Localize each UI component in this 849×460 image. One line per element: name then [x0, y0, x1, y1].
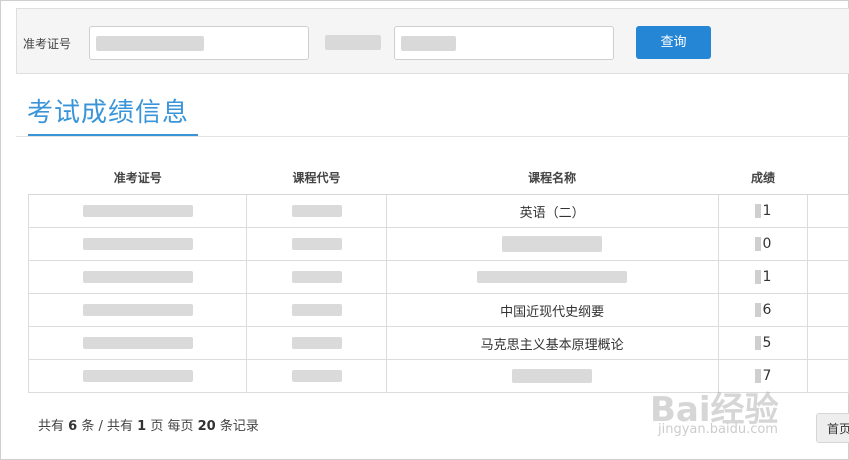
redacted-value — [291, 337, 342, 349]
redacted-value — [82, 304, 193, 316]
score-cell: 0 — [717, 227, 809, 261]
watermark-url: jingyan.baidu.com — [658, 422, 778, 437]
table-row: 英语（二） 1 — [27, 194, 849, 228]
redacted-digit — [754, 237, 761, 251]
ticket-cell — [27, 260, 248, 294]
query-button[interactable]: 查询 — [636, 26, 711, 59]
table-row: 1 — [27, 260, 849, 294]
redacted-value — [291, 271, 342, 283]
score-value: 6 — [762, 302, 772, 318]
ticket-number-label: 准考证号 — [23, 37, 72, 51]
redacted-value — [82, 271, 193, 283]
ticket-cell — [27, 293, 248, 327]
score-cell: 1 — [717, 194, 809, 228]
total-pages: 1 — [137, 419, 147, 434]
header-course-code: 课程代号 — [246, 160, 387, 195]
header-ticket-number: 准考证号 — [28, 160, 247, 195]
course-code-cell — [246, 260, 387, 294]
pagination-prefix: 共有 — [38, 419, 65, 434]
extra-cell — [807, 227, 849, 261]
course-name-cell — [385, 227, 719, 261]
score-cell: 5 — [717, 326, 809, 360]
table-header-row: 准考证号 课程代号 课程名称 成绩 — [28, 160, 849, 195]
score-value: 5 — [762, 335, 772, 351]
course-code-cell — [246, 227, 387, 261]
items-unit: 条 / 共有 — [81, 419, 133, 434]
pagination-summary: 共有 6 条 / 共有 1 页 每页 20 条记录 — [38, 415, 259, 434]
redacted-value — [82, 238, 193, 250]
header-extra — [807, 160, 849, 195]
score-value: 1 — [762, 203, 772, 219]
redacted-digit — [754, 204, 761, 218]
table-row: 0 — [27, 227, 849, 261]
extra-cell — [807, 293, 849, 327]
redacted-value — [291, 205, 342, 217]
header-course-name: 课程名称 — [386, 160, 719, 195]
redacted-digit — [754, 270, 761, 284]
table-row: 中国近现代史纲要 6 — [27, 293, 849, 327]
redacted-value — [291, 304, 342, 316]
extra-cell — [807, 326, 849, 360]
page-title: 考试成绩信息 — [27, 98, 190, 128]
course-name-cell — [385, 260, 719, 294]
ticket-number-input[interactable] — [89, 26, 309, 60]
ticket-cell — [27, 194, 248, 228]
course-code-cell — [246, 326, 387, 360]
table-row: 马克思主义基本原理概论 5 — [27, 326, 849, 360]
score-value: 0 — [762, 236, 772, 252]
extra-cell — [807, 260, 849, 294]
redacted-digit — [754, 369, 761, 383]
title-divider — [16, 136, 849, 137]
course-code-cell — [246, 194, 387, 228]
search-panel: 准考证号 查询 — [16, 8, 849, 74]
first-page-button[interactable]: 首页 — [816, 413, 849, 443]
header-score: 成绩 — [718, 160, 808, 195]
pages-unit: 页 每页 — [150, 419, 194, 434]
redacted-value — [512, 369, 593, 383]
extra-cell — [807, 194, 849, 228]
course-name-cell: 中国近现代史纲要 — [385, 293, 719, 327]
course-code-cell — [246, 293, 387, 327]
extra-cell — [807, 359, 849, 393]
redacted-value — [96, 36, 204, 51]
course-name-cell: 英语（二） — [385, 194, 719, 228]
score-cell: 1 — [717, 260, 809, 294]
per-page-unit: 条记录 — [219, 419, 259, 434]
ticket-cell — [27, 227, 248, 261]
second-search-input[interactable] — [394, 26, 614, 60]
redacted-value — [401, 36, 456, 51]
per-page: 20 — [197, 419, 216, 434]
redacted-value — [82, 205, 193, 217]
redacted-digit — [754, 303, 761, 317]
scores-table: 准考证号 课程代号 课程名称 成绩 英语（二） 1 0 1 中国近现代史纲要 6… — [27, 160, 849, 393]
course-name-cell: 马克思主义基本原理概论 — [385, 326, 719, 360]
score-cell: 6 — [717, 293, 809, 327]
redacted-value — [82, 337, 193, 349]
redacted-value — [291, 238, 342, 250]
redacted-digit — [754, 336, 761, 350]
score-value: 1 — [762, 269, 772, 285]
redacted-value — [82, 370, 193, 382]
course-code-cell — [246, 359, 387, 393]
redacted-value — [477, 271, 628, 283]
ticket-cell — [27, 359, 248, 393]
ticket-cell — [27, 326, 248, 360]
redacted-label — [325, 35, 381, 50]
redacted-value — [502, 236, 603, 252]
total-items: 6 — [68, 419, 78, 434]
redacted-value — [291, 370, 342, 382]
